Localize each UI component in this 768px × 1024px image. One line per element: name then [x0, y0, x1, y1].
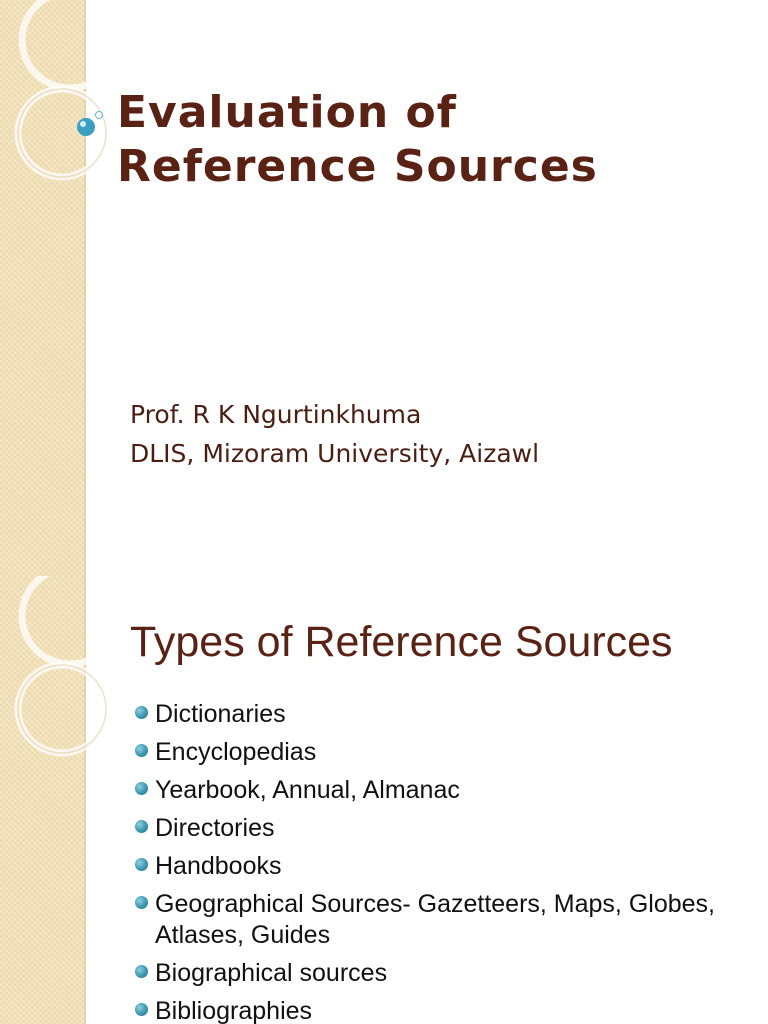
list-item: Encyclopedias — [133, 737, 733, 768]
list-item-text: Directories — [155, 814, 275, 842]
list-item-text: Geographical Sources- Gazetteers, Maps, … — [155, 890, 715, 949]
slide-heading: Types of Reference Sources — [130, 618, 673, 666]
slide-title-text: Evaluation of Reference Sources — [117, 86, 737, 194]
bullet-icon — [135, 782, 148, 795]
slide-subtitle: Prof. R K Ngurtinkhuma DLIS, Mizoram Uni… — [130, 395, 750, 473]
bullet-icon — [135, 706, 148, 719]
bullet-list: Dictionaries Encyclopedias Yearbook, Ann… — [133, 699, 733, 1024]
list-item: Handbooks — [133, 851, 733, 882]
list-item-text: Biographical sources — [155, 959, 388, 987]
list-item: Directories — [133, 813, 733, 844]
list-item-text: Bibliographies — [155, 997, 313, 1024]
list-item-text: Handbooks — [155, 852, 282, 880]
author-affiliation: DLIS, Mizoram University, Aizawl — [130, 439, 540, 468]
slide-types: Types of Reference Sources Dictionaries … — [0, 576, 768, 1024]
list-item: Geographical Sources- Gazetteers, Maps, … — [133, 889, 733, 951]
bullet-icon — [135, 744, 148, 757]
list-item-text: Encyclopedias — [155, 738, 317, 766]
list-item: Biographical sources — [133, 958, 733, 989]
title-line: Evaluation of — [117, 87, 457, 138]
title-line: Reference Sources — [117, 141, 598, 192]
bullet-icon — [135, 965, 148, 978]
decorative-circles — [14, 0, 122, 181]
list-item-text: Yearbook, Annual, Almanac — [155, 776, 460, 804]
decorative-circles — [14, 576, 122, 757]
author-name: Prof. R K Ngurtinkhuma — [130, 400, 422, 429]
bullet-icon — [135, 858, 148, 871]
list-item-text: Dictionaries — [155, 700, 286, 728]
bullet-icon — [135, 1003, 148, 1016]
bullet-icon — [135, 820, 148, 833]
slide-title: Evaluation of Reference Sources Prof. R … — [0, 0, 768, 576]
list-item: Yearbook, Annual, Almanac — [133, 775, 733, 806]
list-item: Bibliographies — [133, 996, 733, 1024]
bullet-icon — [135, 896, 148, 909]
list-item: Dictionaries — [133, 699, 733, 730]
